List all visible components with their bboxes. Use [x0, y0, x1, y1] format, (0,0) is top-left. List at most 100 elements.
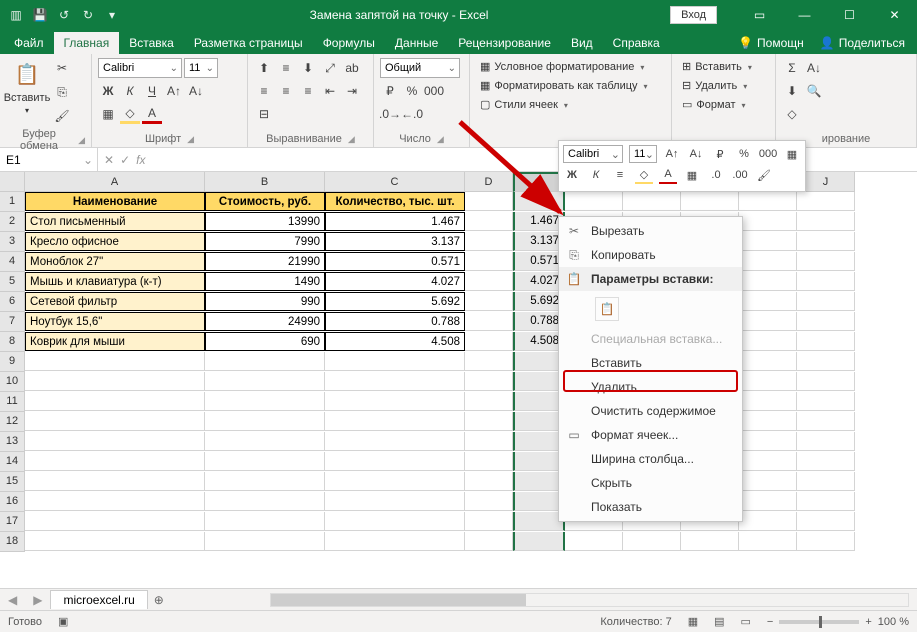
- font-launcher-icon[interactable]: ◢: [187, 134, 194, 145]
- cell[interactable]: [325, 372, 465, 391]
- autosum-icon[interactable]: Σ: [782, 58, 802, 78]
- percent-icon[interactable]: %: [402, 81, 422, 101]
- cell[interactable]: Кресло офисное: [25, 232, 205, 251]
- cell[interactable]: [25, 392, 205, 411]
- cell[interactable]: [205, 492, 325, 511]
- cell[interactable]: [739, 512, 797, 531]
- cell[interactable]: [325, 452, 465, 471]
- cell[interactable]: [797, 272, 855, 291]
- cell[interactable]: Ноутбук 15,6": [25, 312, 205, 331]
- cell[interactable]: [565, 532, 623, 551]
- cell[interactable]: [465, 392, 513, 411]
- tab-home[interactable]: Главная: [54, 32, 120, 54]
- ctx-cut[interactable]: ✂Вырезать: [559, 219, 742, 243]
- cell[interactable]: [205, 452, 325, 471]
- ctx-format-cells[interactable]: ▭Формат ячеек...: [559, 423, 742, 447]
- row-header[interactable]: 2: [0, 212, 25, 232]
- cell[interactable]: [325, 432, 465, 451]
- dec-decimal-icon[interactable]: ←.0: [402, 104, 422, 124]
- font-size-select[interactable]: 11: [184, 58, 218, 78]
- cell[interactable]: [325, 532, 465, 551]
- cell[interactable]: [797, 452, 855, 471]
- cell[interactable]: [465, 452, 513, 471]
- cell[interactable]: Сетевой фильтр: [25, 292, 205, 311]
- maximize-button[interactable]: ☐: [827, 0, 872, 30]
- row-header[interactable]: 6: [0, 292, 25, 312]
- cell[interactable]: [739, 452, 797, 471]
- cell[interactable]: [465, 432, 513, 451]
- cell[interactable]: [325, 512, 465, 531]
- cell[interactable]: [739, 432, 797, 451]
- zoom-slider[interactable]: [779, 620, 859, 624]
- ctx-delete[interactable]: Удалить: [559, 375, 742, 399]
- horizontal-scrollbar[interactable]: [270, 593, 909, 607]
- cell[interactable]: [465, 332, 513, 351]
- row-header[interactable]: 11: [0, 392, 25, 412]
- cell[interactable]: [205, 412, 325, 431]
- cell[interactable]: [25, 352, 205, 371]
- cell[interactable]: 1490: [205, 272, 325, 291]
- paste-default-icon[interactable]: 📋: [595, 297, 619, 321]
- cell[interactable]: 24990: [205, 312, 325, 331]
- mini-font-select[interactable]: Calibri: [563, 145, 623, 163]
- col-header[interactable]: D: [465, 172, 513, 192]
- clipboard-launcher-icon[interactable]: ◢: [78, 135, 85, 146]
- row-header[interactable]: 16: [0, 492, 25, 512]
- cell[interactable]: [25, 472, 205, 491]
- mini-bold-button[interactable]: Ж: [563, 166, 581, 184]
- mini-currency-icon[interactable]: ₽: [711, 145, 729, 163]
- zoom-out-icon[interactable]: −: [767, 616, 773, 628]
- macro-record-icon[interactable]: ▣: [58, 615, 68, 628]
- cell[interactable]: [797, 412, 855, 431]
- ctx-hide[interactable]: Скрыть: [559, 471, 742, 495]
- qat-customize-icon[interactable]: ▾: [104, 7, 120, 23]
- cell[interactable]: [797, 212, 855, 231]
- cell[interactable]: [205, 352, 325, 371]
- cell[interactable]: [739, 312, 797, 331]
- mini-percent-icon[interactable]: %: [735, 145, 753, 163]
- cell[interactable]: [465, 192, 513, 211]
- cell[interactable]: [797, 512, 855, 531]
- cell[interactable]: 5.692: [325, 292, 465, 311]
- cell[interactable]: [25, 432, 205, 451]
- signin-button[interactable]: Вход: [670, 6, 717, 24]
- borders-icon[interactable]: ▦: [98, 104, 118, 124]
- share-button[interactable]: 👤Поделиться: [812, 32, 913, 54]
- cell[interactable]: [465, 272, 513, 291]
- minimize-button[interactable]: —: [782, 0, 827, 30]
- align-bot-icon[interactable]: ⬇: [298, 58, 318, 78]
- cell[interactable]: [325, 412, 465, 431]
- bold-button[interactable]: Ж: [98, 81, 118, 101]
- increase-font-icon[interactable]: A↑: [164, 81, 184, 101]
- cell[interactable]: [739, 392, 797, 411]
- cell[interactable]: [739, 272, 797, 291]
- cell[interactable]: 0.571: [325, 252, 465, 271]
- mini-painter-icon[interactable]: 🖌: [755, 166, 773, 184]
- view-page-icon[interactable]: ▤: [714, 615, 724, 628]
- cell[interactable]: [513, 532, 565, 551]
- cell[interactable]: 1.467: [325, 212, 465, 231]
- mini-borders-icon[interactable]: ▦: [683, 166, 701, 184]
- enter-formula-icon[interactable]: ✓: [120, 153, 130, 167]
- row-header[interactable]: 9: [0, 352, 25, 372]
- cell[interactable]: Коврик для мыши: [25, 332, 205, 351]
- align-center-icon[interactable]: ≡: [276, 81, 296, 101]
- cell[interactable]: [465, 292, 513, 311]
- add-sheet-button[interactable]: ⊕: [148, 593, 170, 607]
- cell[interactable]: [465, 532, 513, 551]
- cell[interactable]: [739, 252, 797, 271]
- row-header[interactable]: 17: [0, 512, 25, 532]
- cell[interactable]: [797, 472, 855, 491]
- wrap-text-icon[interactable]: ab: [342, 58, 362, 78]
- select-all-corner[interactable]: [0, 172, 25, 192]
- number-format-select[interactable]: Общий: [380, 58, 460, 78]
- cell[interactable]: [565, 192, 623, 211]
- row-header[interactable]: 15: [0, 472, 25, 492]
- cell[interactable]: [513, 192, 565, 211]
- font-color-icon[interactable]: A: [142, 104, 162, 124]
- tab-view[interactable]: Вид: [561, 32, 603, 54]
- tab-help[interactable]: Справка: [603, 32, 670, 54]
- cell[interactable]: [623, 532, 681, 551]
- tab-page-layout[interactable]: Разметка страницы: [184, 32, 313, 54]
- copy-icon[interactable]: ⎘: [52, 82, 72, 102]
